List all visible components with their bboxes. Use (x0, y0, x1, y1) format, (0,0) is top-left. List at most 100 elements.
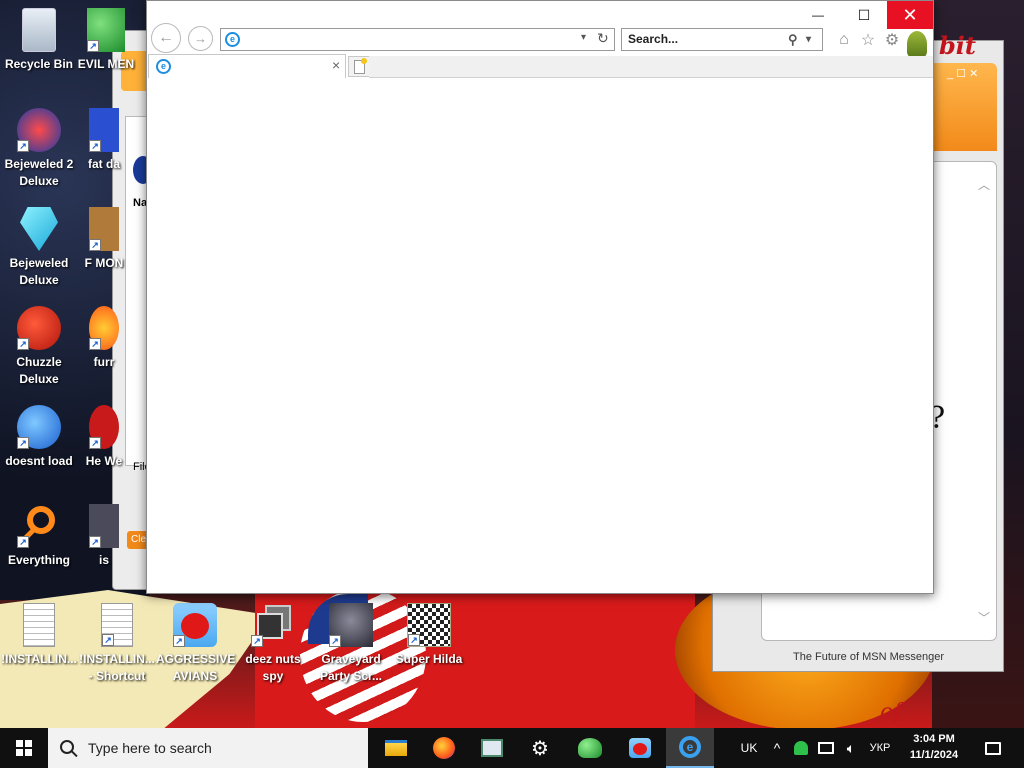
address-bar[interactable]: e ▾ ↻ (220, 28, 615, 51)
recycle-bin-icon (22, 8, 56, 52)
address-dropdown-icon[interactable]: ▾ (581, 32, 586, 43)
desktop-icon-chuzzle[interactable]: ↗ Chuzzle Deluxe (0, 306, 78, 388)
tab-active[interactable]: e × (148, 54, 346, 78)
desktop-icon-label: Chuzzle Deluxe (16, 355, 62, 386)
forward-button[interactable]: → (188, 26, 213, 51)
tab-close-icon[interactable]: × (332, 57, 340, 73)
text-file-icon: ↗ (101, 603, 133, 647)
taskbar-angry-birds[interactable] (616, 728, 664, 768)
search-icon (60, 740, 74, 754)
taskbar: Type here to search ⚙ e UK ^ 🔈︎ УКР 3:04… (0, 728, 1024, 768)
shortcut-arrow-icon: ↗ (17, 338, 29, 350)
graveyard-icon: ↗ (329, 603, 373, 647)
desktop-icon-aggressive-avians[interactable]: ↗ AGGRESSIVE AVIANS (156, 603, 235, 685)
desktop-icon-f-mon[interactable]: ↗ F MON (80, 207, 128, 289)
home-button[interactable]: ⌂ (833, 29, 855, 51)
text-file-icon (23, 603, 55, 647)
forward-arrow-icon: → (194, 31, 207, 46)
shortcut-arrow-icon: ↗ (89, 338, 101, 350)
desktop-icon-label: He We (85, 454, 123, 468)
desktop-icon-label: furr (93, 355, 115, 369)
taskbar-settings[interactable]: ⚙ (516, 728, 564, 768)
desktop-icon-evil-men[interactable]: ↗ EVIL MEN (76, 8, 136, 90)
desktop-icon-everything[interactable]: ↗ Everything (0, 504, 78, 569)
internet-explorer-window[interactable]: — ☐ ✕ ← → e ▾ ↻ Search... ⚲ ▾ ⌂ ☆ ⚙ e × (146, 0, 934, 594)
search-dropdown-icon[interactable]: ▾ (806, 29, 811, 50)
keyboard-layout[interactable]: УКР (864, 728, 896, 768)
page-content[interactable] (147, 79, 933, 593)
desktop-icon-installing[interactable]: !INSTALLIN... (0, 603, 78, 668)
shortcut-arrow-icon: ↗ (17, 437, 29, 449)
taskbar-file-explorer[interactable] (372, 728, 420, 768)
close-button[interactable]: ✕ (887, 1, 933, 29)
ie-title-bar[interactable]: — ☐ ✕ (147, 1, 933, 29)
speaker-icon: 🔈︎ (846, 739, 856, 756)
desktop-icon-label: Super Hilda (395, 652, 463, 666)
shortcut-arrow-icon: ↗ (89, 536, 101, 548)
desktop-icon-bejeweled-2[interactable]: ↗ Bejeweled 2 Deluxe (0, 108, 78, 190)
action-center-button[interactable] (978, 728, 1008, 768)
desktop-icon-deez-nuts-spy[interactable]: ↗ deez nuts spy (234, 603, 312, 685)
msn-header: _ ☐ ✕ (933, 63, 997, 151)
maximize-button[interactable]: ☐ (841, 1, 887, 29)
tray-user[interactable] (790, 728, 812, 768)
windows-logo-icon (16, 740, 32, 756)
desktop-icon-installing-shortcut[interactable]: ↗ !INSTALLIN... - Shortcut (78, 603, 156, 685)
pixel-character-icon: ↗ (407, 603, 451, 647)
show-hidden-icons-button[interactable]: ^ (766, 728, 788, 768)
user-icon (794, 741, 808, 755)
msn-scroll-up[interactable]: ︿ (978, 176, 990, 193)
shortcut-arrow-icon: ↗ (329, 635, 341, 647)
partial-label-na: Na (133, 197, 148, 209)
msn-logo-text: bit (939, 31, 976, 60)
taskbar-internet-explorer[interactable]: e (666, 728, 714, 768)
angry-bird-icon (629, 738, 651, 758)
tray-network[interactable] (814, 728, 838, 768)
desktop-icon-furr[interactable]: ↗ furr (80, 306, 128, 371)
taskbar-firefox[interactable] (420, 728, 468, 768)
minimize-button[interactable]: — (795, 1, 841, 29)
desktop-icon-label: Bejeweled Deluxe (9, 256, 69, 287)
search-placeholder: Search... (628, 32, 679, 46)
refresh-icon[interactable]: ↻ (597, 30, 609, 47)
taskbar-messenger[interactable] (566, 728, 614, 768)
shortcut-arrow-icon: ↗ (173, 635, 185, 647)
tools-button[interactable]: ⚙ (881, 29, 903, 51)
close-icon: ✕ (902, 4, 918, 25)
stack-icon: ↗ (251, 603, 295, 647)
back-button[interactable]: ← (151, 23, 181, 53)
msn-scroll-down[interactable]: ﹀ (978, 609, 990, 626)
desktop-icon-doesnt-load[interactable]: ↗ doesnt load (0, 405, 78, 470)
gear-icon: ⚙ (884, 32, 900, 49)
msn-footer: The Future of MSN Messenger (793, 651, 945, 663)
taskbar-search-box[interactable]: Type here to search (48, 728, 368, 768)
shortcut-arrow-icon: ↗ (102, 634, 114, 646)
input-language[interactable]: UK (734, 728, 764, 768)
desktop-icon-recycle-bin[interactable]: Recycle Bin (0, 8, 78, 73)
shortcut-arrow-icon: ↗ (87, 40, 99, 52)
taskbar-app-window[interactable] (468, 728, 516, 768)
desktop-icon-is[interactable]: ↗ is (80, 504, 128, 569)
bejeweled-2-icon: ↗ (17, 108, 61, 152)
shortcut-arrow-icon: ↗ (17, 140, 29, 152)
new-tab-button[interactable] (348, 56, 370, 77)
desktop-icon-he-we[interactable]: ↗ He We (80, 405, 128, 487)
back-arrow-icon: ← (158, 29, 174, 46)
favorites-button[interactable]: ☆ (857, 29, 879, 51)
smiley-feedback-icon[interactable] (907, 31, 927, 57)
desktop-icon-label: doesnt load (5, 454, 73, 468)
app-icon: ↗ (89, 207, 119, 251)
desktop-icon-super-hilda[interactable]: ↗ Super Hilda (390, 603, 468, 668)
start-button[interactable] (0, 728, 48, 768)
search-box[interactable]: Search... ⚲ ▾ (621, 28, 823, 51)
app-icon: ↗ (89, 405, 119, 449)
desktop-icon-fat-da[interactable]: ↗ fat da (80, 108, 128, 190)
desktop-icon-label: !INSTALLIN... (1, 652, 77, 666)
search-icon[interactable]: ⚲ (788, 29, 798, 50)
desktop-icon-label: Recycle Bin (4, 57, 74, 71)
wallpaper-text: of (880, 700, 902, 725)
taskbar-clock[interactable]: 3:04 PM 11/1/2024 (896, 731, 972, 763)
desktop-icon-graveyard-party[interactable]: ↗ Graveyard Party Scr... (312, 603, 390, 685)
desktop-icon-bejeweled[interactable]: Bejeweled Deluxe (0, 207, 78, 289)
tray-volume[interactable]: 🔈︎ (840, 728, 862, 768)
